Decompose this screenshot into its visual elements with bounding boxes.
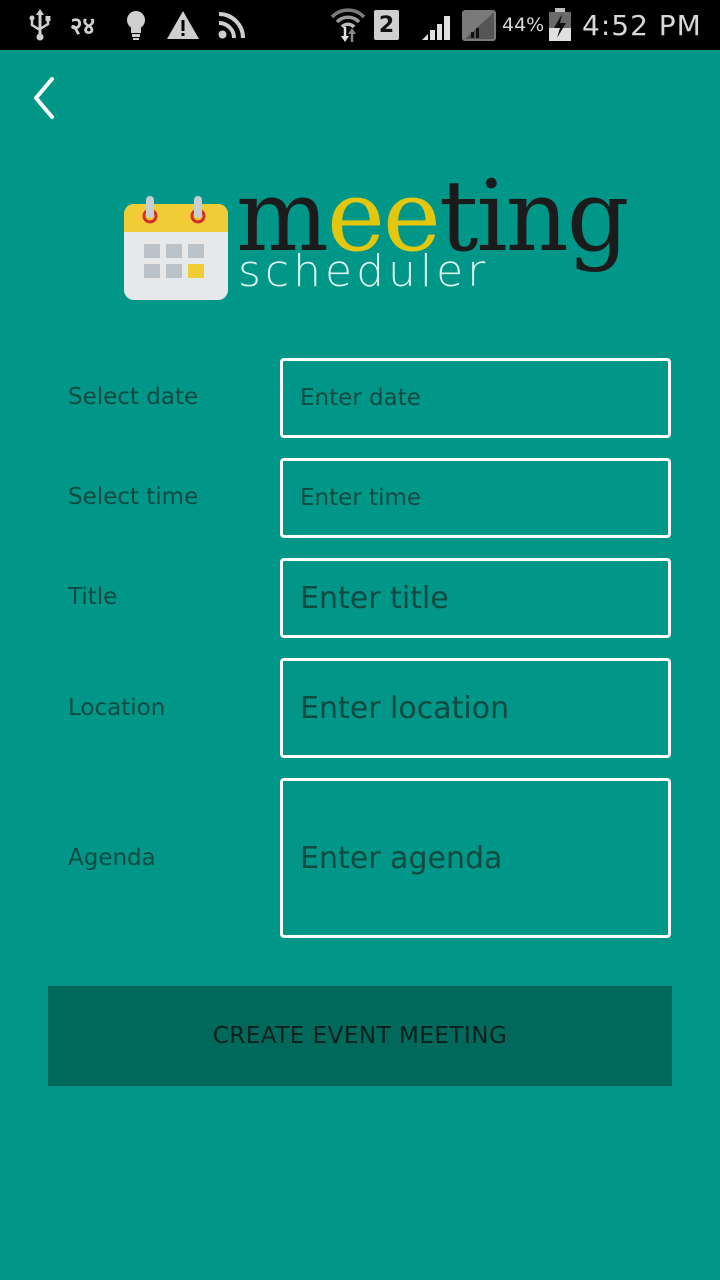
signal-2-icon (461, 0, 497, 50)
clock: 4:52 PM (582, 0, 702, 50)
time-placeholder: Enter time (300, 485, 422, 511)
back-button[interactable] (20, 70, 70, 126)
battery-percent: 44% (502, 0, 544, 50)
battery-percent-text: 44% (502, 14, 545, 36)
time-label: Select time (68, 484, 199, 510)
calendar-icon (124, 196, 228, 300)
location-label: Location (68, 695, 166, 721)
chevron-left-icon (34, 77, 54, 119)
notification-number: २४ (70, 11, 95, 40)
create-event-meeting-button[interactable]: CREATE EVENT MEETING (48, 986, 672, 1086)
clock-time: 4:52 PM (582, 8, 702, 42)
agenda-placeholder: Enter agenda (300, 840, 503, 876)
agenda-input[interactable]: Enter agenda (280, 778, 671, 938)
notification-24-icon: २४ (70, 0, 95, 50)
warning-icon (166, 0, 200, 50)
title-placeholder: Enter title (300, 580, 449, 616)
logo-subtitle: scheduler (238, 246, 490, 297)
sim-badge: 2 (374, 0, 399, 50)
date-placeholder: Enter date (300, 385, 421, 411)
wifi-icon (330, 0, 366, 50)
date-label: Select date (68, 384, 199, 410)
location-placeholder: Enter location (300, 690, 510, 726)
usb-icon (28, 0, 52, 50)
location-input[interactable]: Enter location (280, 658, 671, 758)
time-input[interactable]: Enter time (280, 458, 671, 538)
status-bar: २४ 2 44% 4:52 PM (0, 0, 720, 50)
agenda-label: Agenda (68, 845, 156, 871)
battery-charging-icon (548, 0, 572, 50)
rss-icon (218, 0, 246, 50)
title-input[interactable]: Enter title (280, 558, 671, 638)
app-logo: meeting scheduler (122, 168, 630, 304)
create-button-label: CREATE EVENT MEETING (212, 1023, 508, 1049)
lightbulb-icon (124, 0, 148, 50)
signal-icon (420, 0, 454, 50)
date-input[interactable]: Enter date (280, 358, 671, 438)
title-label: Title (68, 584, 118, 610)
sim-number: 2 (378, 12, 395, 38)
